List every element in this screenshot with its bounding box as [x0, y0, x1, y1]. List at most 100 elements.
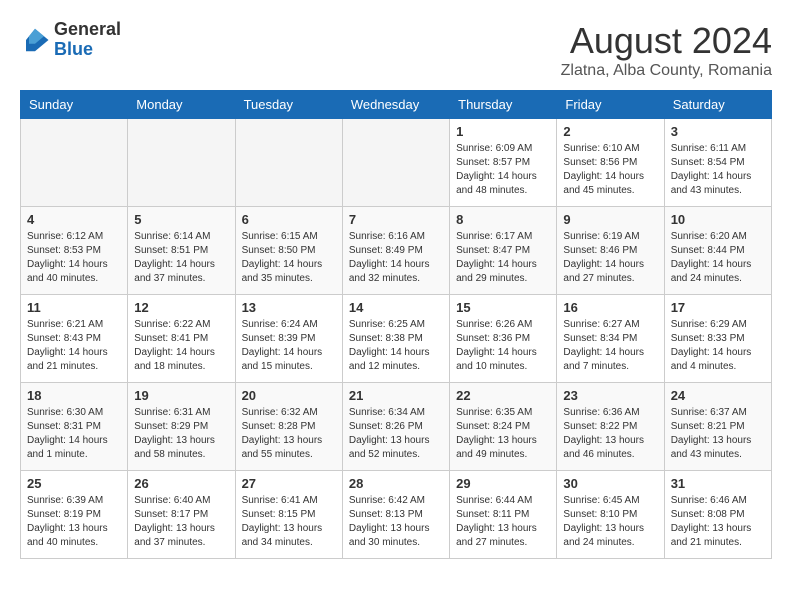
- day-info: Sunrise: 6:10 AM Sunset: 8:56 PM Dayligh…: [563, 142, 657, 198]
- day-number: 10: [671, 212, 765, 227]
- day-number: 13: [242, 300, 336, 315]
- calendar-cell: 1Sunrise: 6:09 AM Sunset: 8:57 PM Daylig…: [450, 119, 557, 207]
- day-number: 6: [242, 212, 336, 227]
- day-number: 12: [134, 300, 228, 315]
- day-info: Sunrise: 6:30 AM Sunset: 8:31 PM Dayligh…: [27, 406, 121, 462]
- month-year-title: August 2024: [561, 20, 772, 62]
- day-number: 11: [27, 300, 121, 315]
- week-row-1: 1Sunrise: 6:09 AM Sunset: 8:57 PM Daylig…: [21, 119, 772, 207]
- day-number: 21: [349, 388, 443, 403]
- day-number: 8: [456, 212, 550, 227]
- day-number: 2: [563, 124, 657, 139]
- day-info: Sunrise: 6:39 AM Sunset: 8:19 PM Dayligh…: [27, 494, 121, 550]
- calendar-cell: 29 Sunrise: 6:44 AM Sunset: 8:11 PM Dayli…: [450, 471, 557, 559]
- day-info: Sunrise: 6:19 AM Sunset: 8:46 PM Dayligh…: [563, 230, 657, 286]
- day-info: Sunrise: 6:32 AM Sunset: 8:28 PM Dayligh…: [242, 406, 336, 462]
- day-info: Sunrise: 6:25 AM Sunset: 8:38 PM Dayligh…: [349, 318, 443, 374]
- day-info: Sunrise: 6:27 AM Sunset: 8:34 PM Dayligh…: [563, 318, 657, 374]
- calendar-cell: 2 Sunrise: 6:10 AM Sunset: 8:56 PM Daylig…: [557, 119, 664, 207]
- week-row-5: 25Sunrise: 6:39 AM Sunset: 8:19 PM Dayli…: [21, 471, 772, 559]
- calendar-cell: 11 Sunrise: 6:21 AM Sunset: 8:43 PM Dayli…: [21, 295, 128, 383]
- calendar-cell: 12 Sunrise: 6:22 AM Sunset: 8:41 PM Dayli…: [128, 295, 235, 383]
- day-number: 28: [349, 476, 443, 491]
- week-row-4: 18 Sunrise: 6:30 AM Sunset: 8:31 PM Dayli…: [21, 383, 772, 471]
- day-info: Sunrise: 6:26 AM Sunset: 8:36 PM Dayligh…: [456, 318, 550, 374]
- day-info: Sunrise: 6:45 AM Sunset: 8:10 PM Dayligh…: [563, 494, 657, 550]
- calendar-cell: 10Sunrise: 6:20 AM Sunset: 8:44 PM Dayli…: [664, 207, 771, 295]
- day-info: Sunrise: 6:42 AM Sunset: 8:13 PM Dayligh…: [349, 494, 443, 550]
- day-number: 24: [671, 388, 765, 403]
- logo: General Blue: [20, 20, 121, 60]
- day-info: Sunrise: 6:17 AM Sunset: 8:47 PM Dayligh…: [456, 230, 550, 286]
- logo-general-text: General: [54, 19, 121, 39]
- day-info: Sunrise: 6:29 AM Sunset: 8:33 PM Dayligh…: [671, 318, 765, 374]
- day-number: 9: [563, 212, 657, 227]
- day-info: Sunrise: 6:11 AM Sunset: 8:54 PM Dayligh…: [671, 142, 765, 198]
- day-number: 3: [671, 124, 765, 139]
- calendar-cell: 21 Sunrise: 6:34 AM Sunset: 8:26 PM Dayli…: [342, 383, 449, 471]
- logo-blue-text: Blue: [54, 39, 93, 59]
- day-info: Sunrise: 6:46 AM Sunset: 8:08 PM Dayligh…: [671, 494, 765, 550]
- day-number: 16: [563, 300, 657, 315]
- title-section: August 2024 Zlatna, Alba County, Romania: [561, 20, 772, 80]
- calendar-cell: 15 Sunrise: 6:26 AM Sunset: 8:36 PM Dayli…: [450, 295, 557, 383]
- day-number: 22: [456, 388, 550, 403]
- day-number: 14: [349, 300, 443, 315]
- day-number: 4: [27, 212, 121, 227]
- day-number: 20: [242, 388, 336, 403]
- day-number: 31: [671, 476, 765, 491]
- day-info: Sunrise: 6:24 AM Sunset: 8:39 PM Dayligh…: [242, 318, 336, 374]
- day-info: Sunrise: 6:22 AM Sunset: 8:41 PM Dayligh…: [134, 318, 228, 374]
- day-info: Sunrise: 6:40 AM Sunset: 8:17 PM Dayligh…: [134, 494, 228, 550]
- week-row-3: 11 Sunrise: 6:21 AM Sunset: 8:43 PM Dayli…: [21, 295, 772, 383]
- col-saturday: Saturday: [664, 91, 771, 119]
- calendar-cell: 20 Sunrise: 6:32 AM Sunset: 8:28 PM Dayli…: [235, 383, 342, 471]
- day-number: 7: [349, 212, 443, 227]
- calendar-cell: 14 Sunrise: 6:25 AM Sunset: 8:38 PM Dayli…: [342, 295, 449, 383]
- calendar-header-row: Sunday Monday Tuesday Wednesday Thursday…: [21, 91, 772, 119]
- day-info: Sunrise: 6:14 AM Sunset: 8:51 PM Dayligh…: [134, 230, 228, 286]
- day-number: 15: [456, 300, 550, 315]
- location-subtitle: Zlatna, Alba County, Romania: [561, 62, 772, 80]
- calendar-cell: 16 Sunrise: 6:27 AM Sunset: 8:34 PM Dayli…: [557, 295, 664, 383]
- day-info: Sunrise: 6:37 AM Sunset: 8:21 PM Dayligh…: [671, 406, 765, 462]
- calendar-cell: 3 Sunrise: 6:11 AM Sunset: 8:54 PM Daylig…: [664, 119, 771, 207]
- day-info: Sunrise: 6:44 AM Sunset: 8:11 PM Dayligh…: [456, 494, 550, 550]
- day-number: 18: [27, 388, 121, 403]
- day-number: 19: [134, 388, 228, 403]
- logo-icon: [20, 25, 50, 55]
- calendar-cell: 5 Sunrise: 6:14 AM Sunset: 8:51 PM Daylig…: [128, 207, 235, 295]
- day-info: Sunrise: 6:09 AM Sunset: 8:57 PM Dayligh…: [456, 142, 550, 198]
- col-thursday: Thursday: [450, 91, 557, 119]
- calendar-cell: 25Sunrise: 6:39 AM Sunset: 8:19 PM Dayli…: [21, 471, 128, 559]
- calendar-cell: 7 Sunrise: 6:16 AM Sunset: 8:49 PM Daylig…: [342, 207, 449, 295]
- day-number: 30: [563, 476, 657, 491]
- col-friday: Friday: [557, 91, 664, 119]
- day-info: Sunrise: 6:12 AM Sunset: 8:53 PM Dayligh…: [27, 230, 121, 286]
- calendar-cell: 31 Sunrise: 6:46 AM Sunset: 8:08 PM Dayli…: [664, 471, 771, 559]
- calendar-cell: [21, 119, 128, 207]
- day-number: 29: [456, 476, 550, 491]
- calendar-cell: 24 Sunrise: 6:37 AM Sunset: 8:21 PM Dayli…: [664, 383, 771, 471]
- page-header: General Blue August 2024 Zlatna, Alba Co…: [20, 20, 772, 80]
- calendar-cell: [342, 119, 449, 207]
- calendar-cell: [235, 119, 342, 207]
- week-row-2: 4 Sunrise: 6:12 AM Sunset: 8:53 PM Daylig…: [21, 207, 772, 295]
- day-number: 5: [134, 212, 228, 227]
- calendar-cell: 30 Sunrise: 6:45 AM Sunset: 8:10 PM Dayli…: [557, 471, 664, 559]
- calendar-cell: 6Sunrise: 6:15 AM Sunset: 8:50 PM Daylig…: [235, 207, 342, 295]
- day-info: Sunrise: 6:31 AM Sunset: 8:29 PM Dayligh…: [134, 406, 228, 462]
- day-info: Sunrise: 6:16 AM Sunset: 8:49 PM Dayligh…: [349, 230, 443, 286]
- day-info: Sunrise: 6:36 AM Sunset: 8:22 PM Dayligh…: [563, 406, 657, 462]
- day-info: Sunrise: 6:21 AM Sunset: 8:43 PM Dayligh…: [27, 318, 121, 374]
- calendar-cell: 26Sunrise: 6:40 AM Sunset: 8:17 PM Dayli…: [128, 471, 235, 559]
- calendar-cell: 23 Sunrise: 6:36 AM Sunset: 8:22 PM Dayli…: [557, 383, 664, 471]
- calendar-cell: 22 Sunrise: 6:35 AM Sunset: 8:24 PM Dayli…: [450, 383, 557, 471]
- day-number: 27: [242, 476, 336, 491]
- day-number: 23: [563, 388, 657, 403]
- calendar-cell: 18 Sunrise: 6:30 AM Sunset: 8:31 PM Dayli…: [21, 383, 128, 471]
- calendar-cell: 27Sunrise: 6:41 AM Sunset: 8:15 PM Dayli…: [235, 471, 342, 559]
- day-info: Sunrise: 6:34 AM Sunset: 8:26 PM Dayligh…: [349, 406, 443, 462]
- calendar-cell: 19 Sunrise: 6:31 AM Sunset: 8:29 PM Dayli…: [128, 383, 235, 471]
- day-info: Sunrise: 6:35 AM Sunset: 8:24 PM Dayligh…: [456, 406, 550, 462]
